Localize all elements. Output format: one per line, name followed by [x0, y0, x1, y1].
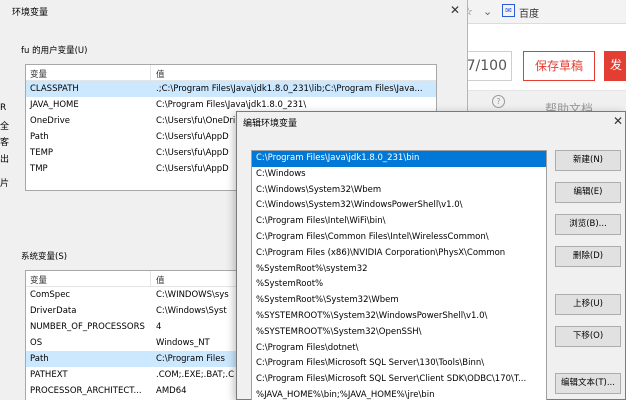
- var-name: DriverData: [30, 306, 77, 316]
- edit-button[interactable]: 编辑(E): [555, 182, 621, 203]
- list-item[interactable]: C:\Program Files\Microsoft SQL Server\Cl…: [252, 372, 546, 388]
- list-item[interactable]: C:\Windows\System32\WindowsPowerShell\v1…: [252, 198, 546, 214]
- list-item[interactable]: C:\Program Files\Java\jdk1.8.0_231\bin: [252, 151, 546, 167]
- save-draft-button[interactable]: 保存草稿: [523, 51, 595, 81]
- var-name: Path: [30, 132, 49, 142]
- list-item[interactable]: %SYSTEMROOT%\System32\OpenSSH\: [252, 325, 546, 341]
- var-name: PROCESSOR_ARCHITECT...: [30, 386, 142, 396]
- var-name: OneDrive: [30, 116, 70, 126]
- search-engine-label[interactable]: 百度: [519, 5, 539, 20]
- var-value: 4: [156, 322, 162, 332]
- new-button[interactable]: 新建(N): [555, 150, 621, 171]
- var-value: .;C:\Program Files\Java\jdk1.8.0_231\lib…: [156, 84, 423, 94]
- var-value: C:\Users\fu\AppD: [156, 148, 229, 158]
- var-name: TMP: [30, 164, 48, 174]
- baidu-icon: ✉: [502, 4, 515, 17]
- var-value: C:\Users\fu\AppD: [156, 164, 229, 174]
- column-header-value[interactable]: 值: [156, 274, 165, 286]
- var-value: C:\Program Files: [156, 354, 225, 364]
- chevron-down-icon[interactable]: ⌄: [483, 5, 492, 18]
- var-value: Windows_NT: [156, 338, 210, 348]
- help-icon[interactable]: ?: [492, 95, 505, 108]
- list-item[interactable]: C:\Program Files (x86)\NVIDIA Corporatio…: [252, 246, 546, 262]
- user-variables-label: fu 的用户变量(U): [21, 46, 88, 56]
- move-up-button[interactable]: 上移(U): [555, 294, 621, 315]
- dialog-title: 编辑环境变量: [243, 119, 298, 129]
- var-name: OS: [30, 338, 43, 348]
- character-counter: 7/100: [461, 51, 512, 81]
- path-list[interactable]: C:\Program Files\Java\jdk1.8.0_231\bin C…: [251, 150, 547, 400]
- var-value: C:\Users\fu\OneDri: [156, 116, 236, 126]
- list-item[interactable]: %SystemRoot%\System32\Wbem: [252, 293, 546, 309]
- var-value: AMD64: [156, 386, 187, 396]
- table-header: 变量 值: [26, 65, 436, 81]
- left-edge-text: 全: [0, 122, 10, 132]
- table-row[interactable]: CLASSPATH .;C:\Program Files\Java\jdk1.8.…: [26, 81, 436, 97]
- column-header-value[interactable]: 值: [156, 68, 165, 80]
- system-variables-label: 系统变量(S): [21, 252, 68, 262]
- var-value: C:\Program Files\Java\jdk1.8.0_231\: [156, 100, 307, 110]
- var-value: C:\Users\fu\AppD: [156, 132, 229, 142]
- list-item[interactable]: %JAVA_HOME%\bin;%JAVA_HOME%\jre\bin: [252, 388, 546, 400]
- close-icon[interactable]: ✕: [613, 114, 623, 128]
- move-down-button[interactable]: 下移(O): [555, 326, 621, 347]
- list-item[interactable]: %SystemRoot%\system32: [252, 262, 546, 278]
- list-item[interactable]: C:\Windows: [252, 167, 546, 183]
- var-value: C:\Windows\Syst: [156, 306, 227, 316]
- var-value: C:\WINDOWS\sys: [156, 290, 229, 300]
- edit-text-button[interactable]: 编辑文本(T)...: [555, 373, 621, 394]
- column-header-variable[interactable]: 变量: [30, 274, 47, 286]
- var-name: JAVA_HOME: [30, 100, 79, 110]
- window-title: 环境变量: [12, 8, 49, 18]
- close-icon[interactable]: ✕: [450, 3, 460, 17]
- var-name: TEMP: [30, 148, 54, 158]
- list-item[interactable]: C:\Program Files\Intel\WiFi\bin\: [252, 214, 546, 230]
- var-name: CLASSPATH: [30, 84, 79, 94]
- list-item[interactable]: C:\Program Files\Common Files\Intel\Wire…: [252, 230, 546, 246]
- publish-button[interactable]: 发: [604, 51, 626, 81]
- list-item[interactable]: C:\Windows\System32\Wbem: [252, 183, 546, 199]
- left-edge-text: 片: [0, 179, 10, 189]
- list-item[interactable]: C:\Program Files\Microsoft SQL Server\13…: [252, 356, 546, 372]
- var-name: Path: [30, 354, 49, 364]
- edit-environment-variable-dialog: 编辑环境变量 ✕ C:\Program Files\Java\jdk1.8.0_…: [236, 111, 626, 400]
- var-name: ComSpec: [30, 290, 71, 300]
- list-item[interactable]: %SYSTEMROOT%\System32\WindowsPowerShell\…: [252, 309, 546, 325]
- var-name: NUMBER_OF_PROCESSORS: [30, 322, 145, 332]
- browse-button[interactable]: 浏览(B)...: [555, 214, 621, 235]
- var-name: PATHEXT: [30, 370, 68, 380]
- left-edge-text: 出: [0, 155, 10, 165]
- delete-button[interactable]: 删除(D): [555, 246, 621, 267]
- list-item[interactable]: C:\Program Files\dotnet\: [252, 341, 546, 357]
- left-edge-text: 客: [0, 138, 10, 148]
- column-header-variable[interactable]: 变量: [30, 68, 47, 80]
- list-item[interactable]: %SystemRoot%: [252, 277, 546, 293]
- var-value: .COM;.EXE;.BAT;.C: [156, 370, 235, 380]
- left-edge-text: R: [0, 103, 7, 113]
